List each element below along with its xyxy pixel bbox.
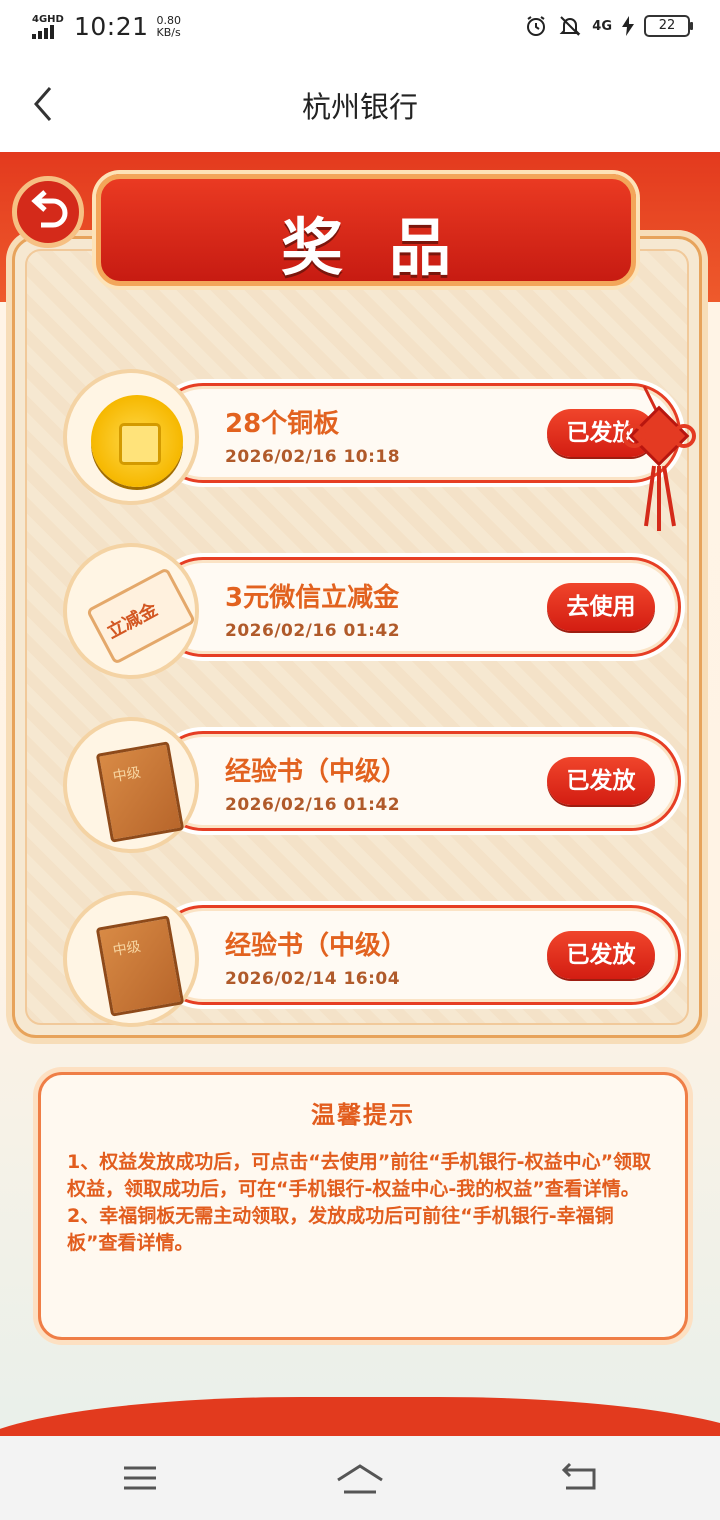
alarm-icon: [527, 16, 546, 36]
prize-page: 28个铜板 2026/02/16 10:18 已发放 立减金 3元微信立减金 2…: [0, 152, 720, 1436]
clock: 10:21: [74, 12, 149, 41]
prize-item: 28个铜板 2026/02/16 10:18 已发放: [63, 369, 691, 505]
tip-line: 1、权益发放成功后，可点击“去使用”前往“手机银行-权益中心”领取权益，领取成功…: [67, 1151, 652, 1200]
chinese-knot-icon: [622, 386, 696, 531]
system-navigation-bar: [0, 1436, 720, 1520]
back-icon: [561, 1462, 596, 1490]
tips-body: 1、权益发放成功后，可点击“去使用”前往“手机银行-权益中心”领取权益，领取成功…: [67, 1149, 663, 1257]
use-button[interactable]: 去使用: [547, 583, 655, 631]
network-4g-icon: 4G: [592, 18, 612, 34]
title-bar: 杭州银行: [0, 56, 720, 152]
mute-bell-icon: [559, 16, 581, 36]
prize-name: 28个铜板: [225, 409, 340, 439]
prize-item: 中级 经验书（中级） 2026/02/16 01:42 已发放: [63, 717, 691, 853]
prize-time: 2026/02/14 16:04: [225, 969, 401, 989]
home-button[interactable]: [330, 1458, 390, 1498]
prize-item: 中级 经验书（中级） 2026/02/14 16:04 已发放: [63, 891, 691, 1027]
status-bar: 4GHD 10:21 0.80 KB/s 4G 22: [0, 0, 720, 56]
battery-level: 22: [658, 18, 676, 33]
book-icon: 中级: [95, 741, 185, 843]
tip-line: 2、幸福铜板无需主动领取，发放成功后可前往“手机银行-幸福铜板”查看详情。: [67, 1205, 614, 1254]
return-button[interactable]: [12, 176, 84, 248]
prize-panel: 28个铜板 2026/02/16 10:18 已发放 立减金 3元微信立减金 2…: [12, 236, 702, 1038]
book-icon: 中级: [95, 915, 185, 1017]
coupon-icon: 立减金: [85, 567, 197, 665]
undo-arrow-icon: [31, 190, 68, 228]
tips-panel: 温馨提示 1、权益发放成功后，可点击“去使用”前往“手机银行-权益中心”领取权益…: [38, 1072, 688, 1340]
prize-time: 2026/02/16 01:42: [225, 621, 401, 641]
prize-banner: 奖品: [96, 174, 636, 286]
banner-title: 奖品: [280, 211, 497, 284]
back-nav-button[interactable]: [550, 1458, 610, 1498]
prize-time: 2026/02/16 01:42: [225, 795, 401, 815]
prize-name: 3元微信立减金: [225, 583, 400, 613]
menu-button[interactable]: [110, 1458, 170, 1498]
battery-icon: 22: [644, 15, 693, 37]
network-speed: 0.80 KB/s: [156, 13, 182, 39]
prize-time: 2026/02/16 10:18: [225, 447, 401, 467]
home-icon: [337, 1464, 383, 1494]
charging-icon: [622, 16, 634, 36]
page-title: 杭州银行: [301, 90, 418, 124]
prize-name: 经验书（中级）: [225, 757, 408, 787]
menu-icon: [124, 1466, 156, 1490]
signal-icon: 4GHD: [32, 14, 66, 39]
prize-name: 经验书（中级）: [225, 931, 408, 961]
red-footer-decoration: [0, 1397, 720, 1436]
issued-button[interactable]: 已发放: [547, 931, 655, 979]
coin-icon: [91, 395, 183, 487]
tips-title: 温馨提示: [311, 1101, 415, 1129]
prize-item: 立减金 3元微信立减金 2026/02/16 01:42 去使用: [63, 543, 691, 679]
issued-button[interactable]: 已发放: [547, 757, 655, 805]
